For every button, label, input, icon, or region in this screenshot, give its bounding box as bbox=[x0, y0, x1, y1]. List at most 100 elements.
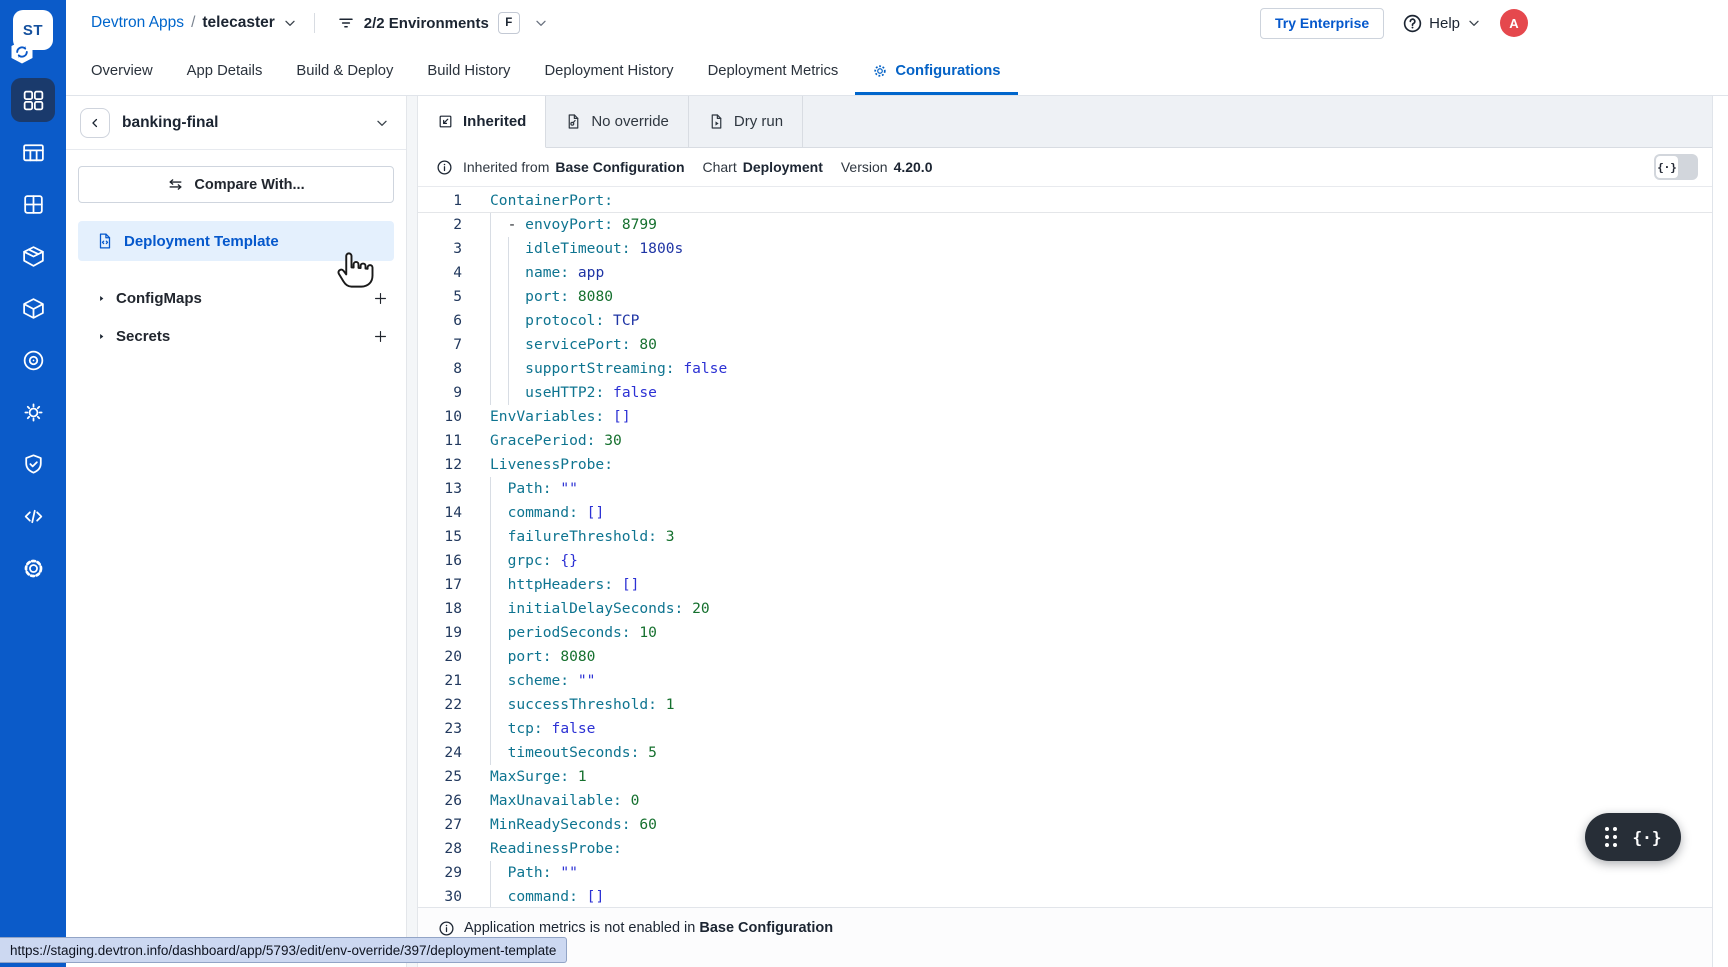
line-number: 23 bbox=[418, 717, 462, 741]
sidebar-item-jobs[interactable] bbox=[11, 130, 55, 174]
code-line: 26MaxUnavailable: 0 bbox=[418, 789, 1712, 813]
code-line: 20 port: 8080 bbox=[418, 645, 1712, 669]
environment-filter-badge: F bbox=[498, 12, 520, 34]
line-content: Path: "" bbox=[490, 477, 1712, 501]
sidebar-item-helm-apps[interactable] bbox=[11, 234, 55, 278]
browser-status-url: https://staging.devtron.info/dashboard/a… bbox=[0, 937, 567, 963]
info-bar-part: Deployment bbox=[743, 159, 823, 175]
line-content: - envoyPort: 8799 bbox=[490, 213, 1712, 237]
inherit-icon bbox=[437, 113, 454, 130]
compare-with-label: Compare With... bbox=[194, 177, 304, 193]
line-number: 13 bbox=[418, 477, 462, 501]
breadcrumb-root-link[interactable]: Devtron Apps bbox=[91, 14, 184, 32]
help-chevron-icon bbox=[1466, 15, 1482, 31]
line-content: useHTTP2: false bbox=[490, 381, 1712, 405]
tab-build-deploy[interactable]: Build & Deploy bbox=[279, 46, 410, 95]
sidebar-item-code[interactable] bbox=[11, 494, 55, 538]
editor-tab-inherited[interactable]: Inherited bbox=[418, 96, 546, 148]
line-number: 18 bbox=[418, 597, 462, 621]
metrics-note-text: Application metrics is not enabled in Ba… bbox=[464, 920, 833, 936]
line-content: port: 8080 bbox=[490, 645, 1712, 669]
line-number: 11 bbox=[418, 429, 462, 453]
breadcrumb-app-name: telecaster bbox=[202, 14, 274, 32]
try-enterprise-button[interactable]: Try Enterprise bbox=[1260, 8, 1384, 39]
collapse-sidebar-button[interactable] bbox=[80, 108, 110, 138]
code-line: 21 scheme: "" bbox=[418, 669, 1712, 693]
sidebar-item-security[interactable] bbox=[11, 442, 55, 486]
tab-configurations[interactable]: Configurations bbox=[855, 46, 1017, 95]
caret-right-icon[interactable] bbox=[96, 293, 107, 304]
header-actions: Try Enterprise Help A bbox=[1260, 8, 1528, 39]
config-item-deployment-template[interactable]: Deployment Template bbox=[78, 221, 394, 261]
environment-dropdown-chevron-icon[interactable] bbox=[374, 115, 390, 131]
sidebar-item-registry[interactable] bbox=[11, 338, 55, 382]
editor-tab-no-override[interactable]: No override bbox=[546, 96, 689, 147]
line-number: 16 bbox=[418, 549, 462, 573]
code-line: 9 useHTTP2: false bbox=[418, 381, 1712, 405]
config-item-secrets[interactable]: Secrets bbox=[66, 321, 406, 351]
info-bar-text: Inherited fromBase ConfigurationChartDep… bbox=[463, 159, 933, 175]
line-content: grpc: {} bbox=[490, 549, 1712, 573]
header: Devtron Apps / telecaster 2/2 Environmen… bbox=[66, 0, 1728, 96]
left-rail-nav bbox=[0, 78, 66, 590]
sidebar-item-clusters[interactable] bbox=[11, 390, 55, 434]
user-avatar[interactable]: A bbox=[1500, 9, 1528, 37]
shield-check-icon bbox=[21, 452, 46, 477]
tab-deployment-metrics[interactable]: Deployment Metrics bbox=[691, 46, 856, 95]
sidebar-item-global-config[interactable] bbox=[11, 546, 55, 590]
file-code-icon bbox=[96, 232, 114, 250]
code-line: 4 name: app bbox=[418, 261, 1712, 285]
sidebar-item-application-groups[interactable] bbox=[11, 182, 55, 226]
tab-app-details[interactable]: App Details bbox=[170, 46, 280, 95]
org-logo-text: ST bbox=[23, 22, 43, 39]
org-logo[interactable]: ST bbox=[13, 10, 53, 50]
main-content: InheritedNo overrideDry run Inherited fr… bbox=[418, 96, 1712, 967]
code-line: 11GracePeriod: 30 bbox=[418, 429, 1712, 453]
tab-label: App Details bbox=[187, 63, 263, 79]
code-line: 30 command: [] bbox=[418, 885, 1712, 907]
braces-icon[interactable]: {·} bbox=[1633, 828, 1662, 847]
config-item-configmaps[interactable]: ConfigMaps bbox=[66, 283, 406, 313]
line-content: successThreshold: 1 bbox=[490, 693, 1712, 717]
code-line: 10EnvVariables: [] bbox=[418, 405, 1712, 429]
line-content: timeoutSeconds: 5 bbox=[490, 741, 1712, 765]
add-configmaps-button[interactable] bbox=[370, 288, 390, 308]
tab-build-history[interactable]: Build History bbox=[410, 46, 527, 95]
cube-icon bbox=[21, 296, 46, 321]
braces-icon: {·} bbox=[1656, 156, 1678, 178]
code-line: 3 idleTimeout: 1800s bbox=[418, 237, 1712, 261]
line-number: 3 bbox=[418, 237, 462, 261]
add-secrets-button[interactable] bbox=[370, 326, 390, 346]
code-line: 17 httpHeaders: [] bbox=[418, 573, 1712, 597]
drag-handle-icon[interactable] bbox=[1605, 827, 1617, 847]
line-content: Path: "" bbox=[490, 861, 1712, 885]
editor-tab-dry-run[interactable]: Dry run bbox=[689, 96, 803, 147]
right-rail bbox=[1712, 96, 1728, 967]
code-line: 1ContainerPort: bbox=[418, 189, 1712, 213]
sidebar-item-chart-store[interactable] bbox=[11, 286, 55, 330]
caret-right-icon[interactable] bbox=[96, 331, 107, 342]
header-divider bbox=[314, 13, 315, 33]
line-number: 22 bbox=[418, 693, 462, 717]
compare-with-button[interactable]: Compare With... bbox=[78, 166, 394, 203]
environment-count-label: 2/2 Environments bbox=[364, 15, 489, 32]
sidebar-splitter[interactable] bbox=[406, 96, 418, 967]
tab-deployment-history[interactable]: Deployment History bbox=[527, 46, 690, 95]
line-number: 6 bbox=[418, 309, 462, 333]
code-line: 27MinReadySeconds: 60 bbox=[418, 813, 1712, 837]
code-line: 16 grpc: {} bbox=[418, 549, 1712, 573]
code-line: 24 timeoutSeconds: 5 bbox=[418, 741, 1712, 765]
config-menu: Deployment Template ConfigMaps Secrets bbox=[66, 221, 406, 351]
code-editor-view-toggle[interactable]: {·} bbox=[1654, 154, 1698, 180]
editor-footer-note: Application metrics is not enabled in Ba… bbox=[418, 907, 1712, 967]
environment-chevron-icon bbox=[533, 15, 549, 31]
tab-overview[interactable]: Overview bbox=[74, 46, 170, 95]
floating-editor-toolbar[interactable]: {·} bbox=[1585, 813, 1681, 861]
sidebar-item-applications[interactable] bbox=[11, 78, 55, 122]
yaml-editor[interactable]: 1ContainerPort:2 - envoyPort: 87993 idle… bbox=[418, 187, 1712, 907]
help-menu[interactable]: Help bbox=[1402, 13, 1482, 34]
app-switcher-chevron-icon[interactable] bbox=[282, 15, 298, 31]
line-number: 30 bbox=[418, 885, 462, 907]
environment-selector[interactable]: 2/2 Environments F bbox=[337, 12, 549, 34]
line-number: 12 bbox=[418, 453, 462, 477]
